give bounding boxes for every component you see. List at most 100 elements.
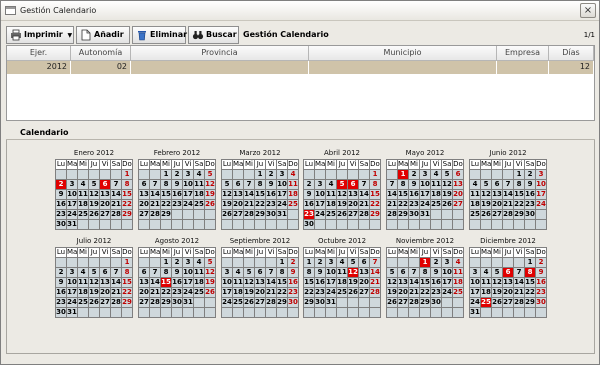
calendar-day[interactable]: 23 (56, 210, 67, 220)
calendar-day[interactable]: 23 (288, 288, 299, 298)
calendar-day[interactable]: 15 (525, 278, 536, 288)
calendar-day[interactable]: 4 (470, 180, 481, 190)
calendar-day[interactable]: 4 (233, 268, 244, 278)
add-button[interactable]: Añadir (76, 26, 130, 44)
calendar-day[interactable]: 26 (205, 288, 216, 298)
calendar-day[interactable]: 28 (150, 298, 161, 308)
calendar-day[interactable]: 17 (222, 288, 233, 298)
calendar-day[interactable]: 10 (420, 180, 431, 190)
calendar-day[interactable]: 4 (453, 258, 464, 268)
calendar-day[interactable]: 13 (398, 278, 409, 288)
calendar-day[interactable]: 27 (139, 210, 150, 220)
calendar-day[interactable]: 21 (409, 288, 420, 298)
calendar-day[interactable]: 9 (56, 190, 67, 200)
calendar-day[interactable]: 15 (255, 190, 266, 200)
calendar-day[interactable]: 21 (370, 278, 381, 288)
calendar-day[interactable]: 19 (205, 190, 216, 200)
calendar-day[interactable]: 16 (536, 278, 547, 288)
calendar-day[interactable]: 2 (525, 170, 536, 180)
calendar-day[interactable]: 28 (244, 210, 255, 220)
calendar-day[interactable]: 7 (514, 268, 525, 278)
calendar-day[interactable]: 16 (315, 278, 326, 288)
calendar-day[interactable]: 6 (398, 268, 409, 278)
calendar-day[interactable]: 30 (315, 298, 326, 308)
calendar-day[interactable]: 8 (398, 180, 409, 190)
calendar-day[interactable]: 8 (420, 268, 431, 278)
calendar-day[interactable]: 26 (337, 210, 348, 220)
calendar-day[interactable]: 15 (514, 190, 525, 200)
calendar-day[interactable]: 1 (122, 258, 133, 268)
calendar-day[interactable]: 25 (337, 288, 348, 298)
calendar-day[interactable]: 21 (359, 200, 370, 210)
calendar-day[interactable]: 29 (420, 298, 431, 308)
calendar-day[interactable]: 2 (315, 258, 326, 268)
calendar-day[interactable]: 6 (233, 180, 244, 190)
calendar-day[interactable]: 26 (205, 200, 216, 210)
calendar-day[interactable]: 31 (67, 220, 78, 230)
calendar-day[interactable]: 20 (233, 200, 244, 210)
calendar-day[interactable]: 6 (348, 180, 359, 190)
calendar-day[interactable]: 3 (222, 268, 233, 278)
calendar-day[interactable]: 9 (56, 278, 67, 288)
calendar-day[interactable]: 23 (304, 210, 315, 220)
calendar-day[interactable]: 6 (492, 180, 503, 190)
calendar-day[interactable]: 11 (78, 278, 89, 288)
calendar-day[interactable]: 24 (183, 200, 194, 210)
calendar-day[interactable]: 28 (514, 298, 525, 308)
calendar-day[interactable]: 29 (277, 298, 288, 308)
calendar-day[interactable]: 17 (277, 190, 288, 200)
calendar-day[interactable]: 7 (150, 180, 161, 190)
calendar-day[interactable]: 6 (359, 258, 370, 268)
calendar-day[interactable]: 8 (161, 268, 172, 278)
calendar-day[interactable]: 3 (315, 180, 326, 190)
calendar-day[interactable]: 12 (222, 190, 233, 200)
calendar-day[interactable]: 22 (370, 200, 381, 210)
calendar-day[interactable]: 20 (255, 288, 266, 298)
calendar-day[interactable]: 5 (222, 180, 233, 190)
calendar-day[interactable]: 11 (481, 278, 492, 288)
calendar-day[interactable]: 29 (398, 210, 409, 220)
calendar-day[interactable]: 25 (288, 200, 299, 210)
calendar-day[interactable]: 28 (111, 210, 122, 220)
calendar-day[interactable]: 10 (67, 190, 78, 200)
calendar-day[interactable]: 17 (442, 278, 453, 288)
calendar-day[interactable]: 24 (67, 298, 78, 308)
calendar-day[interactable]: 28 (266, 298, 277, 308)
calendar-day[interactable]: 5 (481, 180, 492, 190)
calendar-day[interactable]: 5 (337, 180, 348, 190)
calendar-day[interactable]: 28 (111, 298, 122, 308)
calendar-day[interactable]: 4 (288, 170, 299, 180)
calendar-day[interactable]: 7 (266, 268, 277, 278)
calendar-day[interactable]: 1 (161, 170, 172, 180)
calendar-day[interactable]: 5 (244, 268, 255, 278)
calendar-day[interactable]: 11 (470, 190, 481, 200)
calendar-day[interactable]: 11 (194, 268, 205, 278)
calendar-day[interactable]: 13 (453, 180, 464, 190)
calendar-day[interactable]: 16 (431, 278, 442, 288)
calendar-day[interactable]: 10 (277, 180, 288, 190)
calendar-day[interactable]: 10 (442, 268, 453, 278)
calendar-day[interactable]: 3 (277, 170, 288, 180)
calendar-day[interactable]: 6 (503, 268, 514, 278)
delete-button[interactable]: Eliminar (132, 26, 187, 44)
column-header-dias[interactable]: Días (549, 46, 594, 61)
calendar-day[interactable]: 14 (370, 268, 381, 278)
calendar-day[interactable]: 2 (56, 180, 67, 190)
calendar-day[interactable]: 28 (409, 298, 420, 308)
calendar-day[interactable]: 24 (67, 210, 78, 220)
calendar-day[interactable]: 24 (222, 298, 233, 308)
calendar-day[interactable]: 6 (100, 180, 111, 190)
calendar-day[interactable]: 17 (470, 288, 481, 298)
calendar-day[interactable]: 9 (304, 190, 315, 200)
calendar-day[interactable]: 17 (67, 288, 78, 298)
calendar-day[interactable]: 18 (78, 200, 89, 210)
calendar-day[interactable]: 3 (67, 180, 78, 190)
calendar-day[interactable]: 30 (431, 298, 442, 308)
calendar-day[interactable]: 16 (304, 200, 315, 210)
calendar-day[interactable]: 11 (453, 268, 464, 278)
calendar-day[interactable]: 16 (56, 200, 67, 210)
calendar-day[interactable]: 2 (304, 180, 315, 190)
calendar-day[interactable]: 22 (161, 200, 172, 210)
calendar-day[interactable]: 8 (525, 268, 536, 278)
calendar-day[interactable]: 15 (277, 278, 288, 288)
